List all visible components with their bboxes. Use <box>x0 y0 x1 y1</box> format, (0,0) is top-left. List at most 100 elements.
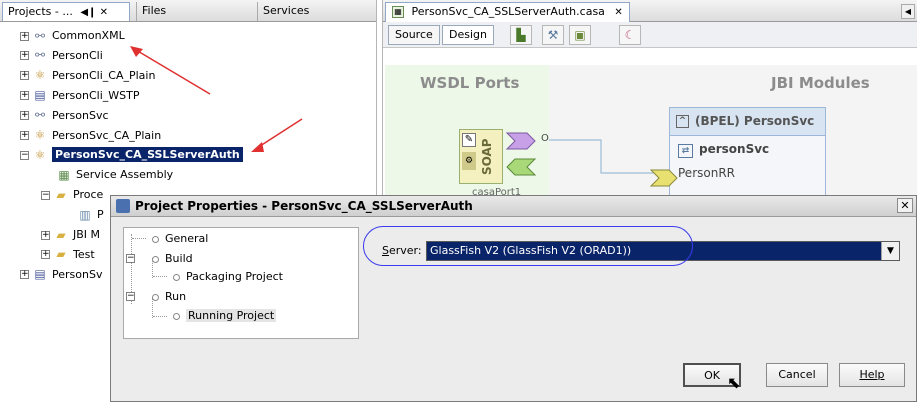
category-label: Running Project <box>186 309 277 322</box>
tree-item-label: CommonXML <box>52 29 125 42</box>
collapse-icon[interactable]: − <box>20 150 29 160</box>
expand-icon[interactable]: + <box>20 131 29 140</box>
deploy-icon[interactable]: ▣ <box>569 25 591 45</box>
wrench-icon[interactable]: ⚒ <box>542 25 564 45</box>
tree-item-label: PersonSvc_CA_Plain <box>52 128 162 142</box>
category-item[interactable]: Build <box>152 250 193 268</box>
expand-icon[interactable]: + <box>20 111 29 121</box>
help-button[interactable]: Help <box>839 363 905 387</box>
tree-item[interactable]: + ⚯ CommonXML <box>20 26 125 45</box>
tab-services-label: Services <box>263 4 310 17</box>
composite-app-icon: ⚛ <box>34 68 46 83</box>
composite-app-icon: ⚛ <box>34 147 46 162</box>
bpel-item-label: personSvc <box>699 142 770 156</box>
tab-projects-label: Projects - ... <box>8 5 73 18</box>
tab-projects[interactable]: Projects - ... ◀❙ ✕ <box>2 2 130 21</box>
validate-icon[interactable]: ☾ <box>619 25 641 45</box>
tab-files[interactable]: Files <box>136 2 171 21</box>
folder-icon: ▰ <box>56 247 66 262</box>
source-button[interactable]: Source <box>388 25 440 45</box>
collapse-icon[interactable]: ^ <box>676 115 689 128</box>
casa-file-icon: ▦ <box>392 6 404 18</box>
bpel-module[interactable]: ^ (BPEL) PersonSvc ⇄ personSvc PersonRR <box>669 107 826 204</box>
bpel-module-header: ^ (BPEL) PersonSvc <box>670 108 825 136</box>
tree-item[interactable]: + ▰ JBI M <box>41 225 100 244</box>
collapse-icon[interactable]: − <box>126 254 135 263</box>
node-bullet-icon <box>173 273 180 281</box>
collapse-icon[interactable]: − <box>126 292 135 301</box>
build-icon[interactable]: ▙ <box>510 25 532 45</box>
dialog-close-button[interactable]: ✕ <box>897 198 913 213</box>
expand-icon[interactable]: + <box>41 250 50 260</box>
tab-casa-label: PersonSvc_CA_SSLServerAuth.casa <box>411 5 605 18</box>
tree-item-label: PersonSvc <box>52 108 109 122</box>
node-bullet-icon <box>152 255 159 263</box>
category-item[interactable]: Run <box>152 288 186 306</box>
editor-toolbar: Source Design ▙ ⚒ ▣ ☾ <box>383 22 917 48</box>
schema-project-icon: ⚯ <box>34 28 46 43</box>
tree-item-label: PersonCli <box>52 48 103 62</box>
cancel-button[interactable]: Cancel <box>766 363 828 387</box>
node-bullet-icon <box>152 235 159 243</box>
tab-services[interactable]: Services <box>257 2 374 21</box>
expand-icon[interactable]: + <box>41 230 50 240</box>
projects-tabbar: Projects - ... ◀❙ ✕ Files Services <box>0 0 376 22</box>
schema-project-icon: ⚯ <box>34 48 46 63</box>
expand-icon[interactable]: + <box>20 31 29 41</box>
categories-tree: General Build Packaging Project Run Running … <box>123 227 359 339</box>
design-button[interactable]: Design <box>442 25 494 45</box>
expand-icon[interactable]: + <box>20 91 29 101</box>
soap-port[interactable]: ✎ ⚙ SOAP <box>459 129 503 184</box>
bpel-module-title: (BPEL) PersonSvc <box>695 114 815 128</box>
category-label: Build <box>165 252 193 265</box>
tab-projects-controls[interactable]: ◀❙ ✕ <box>80 7 108 18</box>
provider-endpoint-icon <box>505 132 536 150</box>
tree-item[interactable]: ▦ Service Assembly <box>41 165 173 184</box>
tree-item[interactable]: + ▰ Test <box>41 245 95 264</box>
tree-item-label: PersonCli_CA_Plain <box>52 68 156 82</box>
tree-item-label: PersonSvc_CA_SSLServerAuth <box>52 147 243 163</box>
tree-item-label: JBI M <box>73 228 101 241</box>
folder-icon: ▰ <box>56 227 66 242</box>
tree-item-label: Service Assembly <box>76 168 174 182</box>
tree-item[interactable]: + ⚯ PersonSvc <box>20 106 109 125</box>
tree-item[interactable]: − ▰ Proce <box>41 185 103 204</box>
expand-icon[interactable]: + <box>20 71 29 81</box>
edit-icon: ✎ <box>462 133 476 147</box>
tree-item[interactable]: − ⚛ PersonSvc_CA_SSLServerAuth <box>20 145 243 164</box>
category-label: Packaging Project <box>186 270 283 283</box>
scroll-left-button[interactable]: ◀ <box>901 4 915 19</box>
wsdl-ports-title: WSDL Ports <box>420 74 520 92</box>
tree-item[interactable]: + ▤ PersonSv <box>20 265 102 284</box>
consumer-endpoint-icon <box>506 158 537 176</box>
bpel-role-label: PersonRR <box>678 166 735 180</box>
dialog-titlebar: Project Properties - PersonSvc_CA_SSLSer… <box>111 196 916 217</box>
tree-item[interactable]: + ⚯ PersonCli <box>20 46 103 65</box>
close-icon[interactable]: ✕ <box>614 7 622 18</box>
tree-item-label: Proce <box>73 188 104 202</box>
expand-icon[interactable]: + <box>20 270 29 280</box>
tree-item[interactable]: + ▤ PersonCli_WSTP <box>20 86 139 105</box>
tree-item[interactable]: ▥ P <box>62 205 103 224</box>
gear-icon: ⚙ <box>462 152 476 170</box>
bpel-role: PersonRR <box>678 166 735 180</box>
chevron-down-icon[interactable]: ▼ <box>881 242 899 260</box>
tree-item[interactable]: + ⚛ PersonSvc_CA_Plain <box>20 126 161 145</box>
service-assembly-icon: ▦ <box>58 167 70 182</box>
tree-item-label: PersonCli_WSTP <box>52 88 140 102</box>
collapse-icon[interactable]: − <box>41 190 50 200</box>
dialog-title: Project Properties - PersonSvc_CA_SSLSer… <box>135 199 473 213</box>
editor-tabbar: ▦ PersonSvc_CA_SSLServerAuth.casa ✕ ◀ <box>383 0 917 22</box>
expand-icon[interactable]: + <box>20 51 29 61</box>
category-item[interactable]: Packaging Project <box>173 268 283 286</box>
category-item[interactable]: Running Project <box>173 307 277 325</box>
tree-item[interactable]: + ⚛ PersonCli_CA_Plain <box>20 66 155 85</box>
tab-files-label: Files <box>142 4 167 17</box>
tree-item-label: PersonSv <box>52 267 103 281</box>
composite-app-icon: ⚛ <box>34 128 46 142</box>
highlight-oval <box>363 226 693 266</box>
tab-casa-file[interactable]: ▦ PersonSvc_CA_SSLServerAuth.casa ✕ <box>385 2 630 22</box>
bpel-item: ⇄ personSvc <box>678 142 769 158</box>
category-item[interactable]: General <box>152 230 208 248</box>
file-icon: ▥ <box>79 207 91 222</box>
